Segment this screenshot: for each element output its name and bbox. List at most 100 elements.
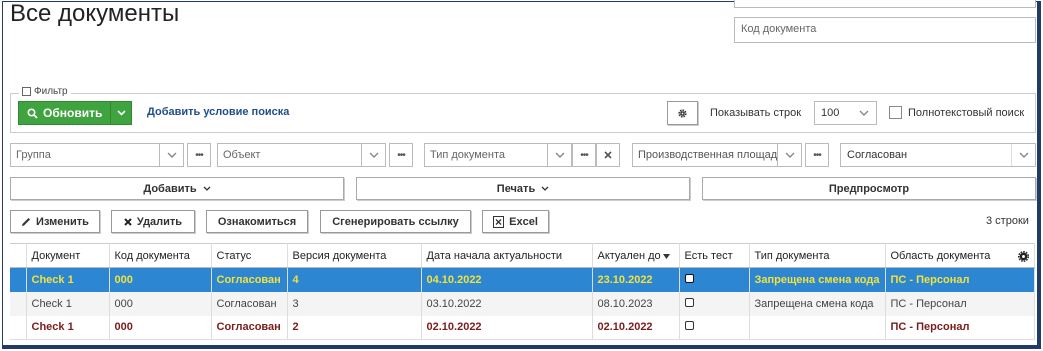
- generate-link-button[interactable]: Сгенерировать ссылку: [320, 210, 471, 233]
- column-header[interactable]: Дата начала актуальности: [421, 243, 593, 268]
- cell-start: 03.10.2022: [421, 291, 593, 316]
- filter-legend-label: Фильтр: [34, 86, 68, 97]
- fulltext-label: Полнотекстовый поиск: [908, 107, 1025, 119]
- has-test-checkbox: [684, 273, 694, 283]
- acquaint-button[interactable]: Ознакомиться: [206, 210, 308, 233]
- fulltext-checkbox[interactable]: [889, 106, 902, 119]
- edit-label: Изменить: [36, 215, 89, 228]
- doc-code-input[interactable]: Код документа: [734, 17, 1036, 43]
- has-test-checkbox: [684, 321, 694, 331]
- production-site-input[interactable]: Производственная площадка: [632, 143, 778, 167]
- cell-type: Запрещена смена кода: [749, 291, 886, 316]
- column-header[interactable]: Код документа: [109, 243, 212, 268]
- row-gutter-header: [10, 243, 27, 268]
- cell-type: [749, 315, 886, 340]
- cell-code: 000: [109, 315, 212, 340]
- chevron-down-icon: [117, 110, 126, 116]
- production-site-more-button[interactable]: •••: [805, 143, 829, 167]
- delete-label: Удалить: [136, 215, 183, 228]
- table-row[interactable]: Check 1 000 Согласован 2 02.10.2022 02.1…: [10, 315, 1035, 340]
- rows-per-page-select[interactable]: 100: [814, 101, 877, 125]
- table-row[interactable]: Check 1 000 Согласован 3 03.10.2022 08.1…: [10, 291, 1035, 316]
- column-header-settings[interactable]: Область документа: [885, 243, 1035, 268]
- group-combo[interactable]: Группа •••: [10, 143, 211, 167]
- cell-version: 2: [287, 315, 422, 340]
- cell-status: Согласован: [211, 267, 288, 292]
- acquaint-label: Ознакомиться: [217, 215, 297, 228]
- print-label: Печать: [496, 182, 536, 195]
- doc-type-more-button[interactable]: •••: [572, 143, 596, 167]
- filter-toggle-checkbox[interactable]: [22, 87, 31, 96]
- cell-version: 4: [287, 267, 422, 292]
- delete-button[interactable]: Удалить: [111, 210, 195, 233]
- column-header-sorted[interactable]: Актуален до: [592, 243, 680, 268]
- excel-button[interactable]: Excel: [482, 210, 549, 233]
- settings-button[interactable]: [667, 101, 698, 125]
- doc-type-combo[interactable]: Тип документа •••: [424, 143, 620, 167]
- row-gutter: [10, 291, 27, 316]
- edit-button[interactable]: Изменить: [10, 210, 100, 233]
- chevron-down-icon[interactable]: [778, 143, 802, 167]
- excel-label: Excel: [509, 215, 538, 228]
- status-select-value: Согласован: [847, 149, 908, 161]
- cell-type: Запрещена смена кода: [749, 267, 886, 292]
- group-more-button[interactable]: •••: [187, 143, 211, 167]
- row-gutter: [10, 267, 27, 292]
- chevron-down-icon: [541, 186, 549, 191]
- doc-type-input[interactable]: Тип документа: [424, 143, 548, 167]
- column-header[interactable]: Версия документа: [287, 243, 422, 268]
- column-header[interactable]: Документ: [26, 243, 110, 268]
- refresh-dropdown-button[interactable]: [111, 102, 131, 124]
- cell-until: 08.10.2023: [592, 291, 680, 316]
- cell-doc: Check 1: [26, 291, 110, 316]
- chevron-down-icon[interactable]: [362, 143, 386, 167]
- table-row[interactable]: Check 1 000 Согласован 4 04.10.2022 23.1…: [10, 267, 1035, 292]
- object-combo[interactable]: Объект •••: [217, 143, 413, 167]
- cell-start: 04.10.2022: [421, 267, 593, 292]
- object-more-button[interactable]: •••: [389, 143, 413, 167]
- cell-area: ПС - Персонал: [885, 291, 1035, 316]
- cell-has-test: [679, 315, 750, 340]
- excel-icon: [493, 215, 505, 228]
- close-icon: [124, 217, 132, 226]
- refresh-button[interactable]: Обновить: [19, 102, 112, 124]
- column-header[interactable]: Тип документа: [749, 243, 886, 268]
- object-input[interactable]: Объект: [217, 143, 362, 167]
- status-select[interactable]: Согласован: [840, 143, 1036, 167]
- row-count: 3 строки: [986, 215, 1029, 227]
- add-search-condition-link[interactable]: Добавить условие поиска: [147, 106, 289, 118]
- generate-link-label: Сгенерировать ссылку: [332, 215, 459, 228]
- cell-area: ПС - Персонал: [885, 315, 1035, 340]
- chevron-down-icon[interactable]: [160, 143, 184, 167]
- cell-start: 02.10.2022: [421, 315, 593, 340]
- cell-version: 3: [287, 291, 422, 316]
- chevron-down-icon: [203, 186, 211, 191]
- column-header[interactable]: Статус: [211, 243, 288, 268]
- filter-legend[interactable]: Фильтр: [19, 86, 71, 97]
- add-button[interactable]: Добавить: [10, 177, 344, 200]
- add-label: Добавить: [143, 182, 197, 195]
- refresh-split-button[interactable]: Обновить: [18, 101, 132, 125]
- cell-code: 000: [109, 291, 212, 316]
- chevron-down-icon[interactable]: [548, 143, 572, 167]
- preview-label: Предпросмотр: [828, 182, 910, 195]
- cell-status: Согласован: [211, 315, 288, 340]
- column-header-label: Актуален до: [597, 249, 661, 262]
- preview-button[interactable]: Предпросмотр: [702, 177, 1036, 200]
- row-gutter: [10, 315, 27, 340]
- production-site-combo[interactable]: Производственная площадка •••: [632, 143, 829, 167]
- sort-desc-icon: [662, 253, 670, 259]
- print-button[interactable]: Печать: [356, 177, 690, 200]
- cell-has-test: [679, 291, 750, 316]
- top-input-partial[interactable]: [734, 0, 1036, 8]
- group-input[interactable]: Группа: [10, 143, 160, 167]
- gear-icon[interactable]: [1017, 251, 1029, 262]
- cell-status: Согласован: [211, 291, 288, 316]
- column-header[interactable]: Есть тест: [679, 243, 750, 268]
- show-rows-label: Показывать строк: [710, 107, 802, 119]
- cell-code: 000: [109, 267, 212, 292]
- has-test-checkbox: [684, 297, 694, 307]
- cell-doc: Check 1: [26, 267, 110, 292]
- close-icon[interactable]: [596, 143, 620, 167]
- gear-icon: [678, 108, 687, 118]
